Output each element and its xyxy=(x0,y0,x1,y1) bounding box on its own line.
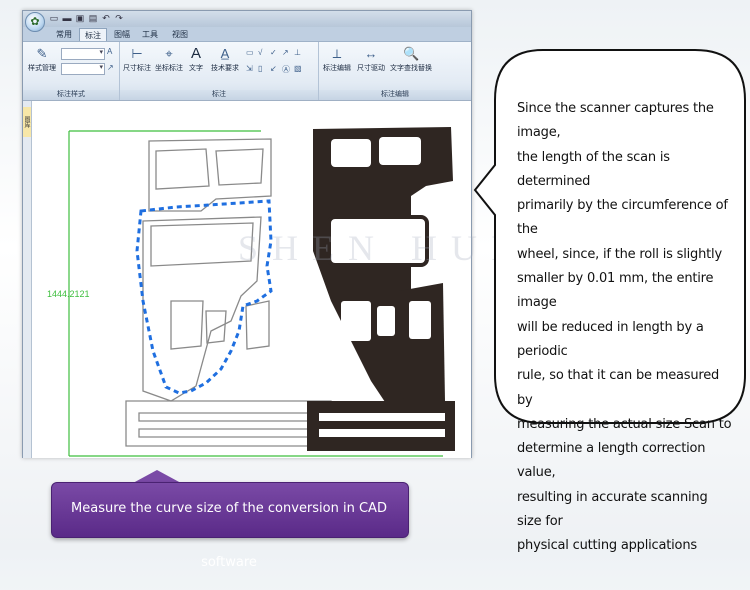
bubble-line: measuring the actual size Scan to xyxy=(517,416,732,432)
edit-dimension-label: 标注编辑 xyxy=(323,65,351,72)
tab-annotation[interactable]: 标注 xyxy=(79,28,107,42)
tech-requirement-icon: A̲ xyxy=(220,46,230,61)
bubble-line: primarily by the circumference of the xyxy=(517,198,728,238)
text-button[interactable]: A 文字 xyxy=(186,46,206,73)
library-tab[interactable]: 图库 xyxy=(23,107,31,137)
dimension-drive-button[interactable]: ↔ 尺寸驱动 xyxy=(355,46,387,73)
new-file-icon[interactable]: ▭ xyxy=(49,13,59,23)
tech-requirement-button[interactable]: A̲ 技术要求 xyxy=(210,46,240,73)
bubble-line: determine a length correction value, xyxy=(517,441,706,481)
group-label-annotation: 标注 xyxy=(120,90,318,100)
text-label: 文字 xyxy=(189,65,203,72)
bubble-line: Since the scanner captures the image, xyxy=(517,101,714,141)
datum-icon[interactable]: ▯ xyxy=(258,64,262,73)
bubble-line: the length of the scan is determined xyxy=(517,149,670,189)
dimension-label: 尺寸标注 xyxy=(123,65,151,72)
open-folder-icon[interactable]: ▬ xyxy=(62,13,72,23)
ribbon-group-annotation: ⊢ 尺寸标注 ⌖ 坐标标注 A 文字 A̲ 技术要求 ▭ √ ✓ ↗ ⊥ ⇲ ▯… xyxy=(120,42,319,100)
arrow-annotation-icon[interactable]: ↗ xyxy=(282,48,289,57)
app-menu-button[interactable]: ✿ xyxy=(25,12,45,32)
coordinate-icon: ⌖ xyxy=(165,46,173,61)
group-label-edit: 标注编辑 xyxy=(319,90,471,100)
undo-icon[interactable]: ↶ xyxy=(101,13,111,23)
edit-dimension-button[interactable]: ⟂ 标注编辑 xyxy=(321,46,353,73)
style-combo-1[interactable] xyxy=(61,48,105,60)
quick-access-toolbar: ▭ ▬ ▣ ▤ ↶ ↷ xyxy=(49,13,124,25)
roughness-icon[interactable]: √ xyxy=(258,48,262,57)
title-bar: ✿ ▭ ▬ ▣ ▤ ↶ ↷ xyxy=(23,11,471,32)
outline-parts xyxy=(125,138,332,447)
filled-parts xyxy=(307,127,455,451)
coordinate-label: 坐标标注 xyxy=(155,65,183,72)
dimension-icon: ⊢ xyxy=(131,46,143,61)
style-manager-button[interactable]: ✎ 样式管理 xyxy=(27,46,57,73)
find-replace-label: 文字查找替换 xyxy=(390,65,432,72)
dimension-drive-label: 尺寸驱动 xyxy=(357,65,385,72)
bubble-line: wheel, since, if the roll is slightly xyxy=(517,246,722,262)
dimension-button[interactable]: ⊢ 尺寸标注 xyxy=(122,46,152,73)
bubble-line: will be reduced in length by a periodic xyxy=(517,319,704,359)
tab-frame[interactable]: 图幅 xyxy=(111,28,133,41)
bubble-line: smaller by 0.01 mm, the entire image xyxy=(517,271,714,311)
find-replace-button[interactable]: 🔍 文字查找替换 xyxy=(389,46,433,73)
bubble-line: resulting in accurate scanning size for xyxy=(517,489,708,530)
text-icon: A xyxy=(190,45,201,62)
weld-symbol-icon[interactable]: ▭ xyxy=(246,48,254,57)
mark-a-icon[interactable]: Ⓐ xyxy=(282,64,290,75)
reference-icon[interactable]: ⊥ xyxy=(294,48,301,57)
save-icon[interactable]: ▣ xyxy=(75,13,85,23)
dimension-value: 1444.2121 xyxy=(47,289,90,299)
center-mark-icon[interactable]: ↙ xyxy=(270,64,277,73)
caption-text: Measure the curve size of the conversion… xyxy=(71,501,387,570)
ribbon: ✎ 样式管理 A ↗ 标注样式 ⊢ 尺寸标注 ⌖ 坐标标注 A 文字 xyxy=(23,41,471,101)
tech-requirement-label: 技术要求 xyxy=(211,65,239,72)
ribbon-group-edit: ⟂ 标注编辑 ↔ 尺寸驱动 🔍 文字查找替换 标注编辑 xyxy=(319,42,471,100)
coordinate-button[interactable]: ⌖ 坐标标注 xyxy=(154,46,184,73)
tolerance-icon[interactable]: ⇲ xyxy=(246,64,253,73)
redo-icon[interactable]: ↷ xyxy=(114,13,124,23)
find-replace-icon: 🔍 xyxy=(403,46,420,61)
bubble-line: physical cutting applications xyxy=(517,538,697,554)
style-manager-icon: ✎ xyxy=(36,46,48,61)
ribbon-tab-row: 常用 标注 图幅 工具 视图 xyxy=(23,27,471,42)
drawing-svg: 1444.2121 xyxy=(47,127,455,457)
edit-dimension-icon: ⟂ xyxy=(332,46,342,61)
style-combo-2[interactable] xyxy=(61,63,105,75)
tab-tools[interactable]: 工具 xyxy=(139,28,161,41)
bubble-line: rule, so that it can be measured by xyxy=(517,368,720,408)
style-arrow-icon[interactable]: ↗ xyxy=(107,63,114,72)
style-a-icon[interactable]: A xyxy=(107,47,112,56)
print-icon[interactable]: ▤ xyxy=(88,13,98,23)
dimension-drive-icon: ↔ xyxy=(364,46,378,61)
bubble-text: Since the scanner captures the image, th… xyxy=(517,97,735,559)
group-label-style: 标注样式 xyxy=(23,90,119,100)
tab-common[interactable]: 常用 xyxy=(53,28,75,41)
style-manager-label: 样式管理 xyxy=(28,65,56,72)
hatch-icon[interactable]: ▧ xyxy=(294,64,302,73)
tab-view[interactable]: 视图 xyxy=(169,28,191,41)
ribbon-group-style: ✎ 样式管理 A ↗ 标注样式 xyxy=(23,42,120,100)
drawing-canvas[interactable]: 图库 1444.2121 xyxy=(23,100,471,458)
leader-icon[interactable]: ✓ xyxy=(270,48,277,57)
